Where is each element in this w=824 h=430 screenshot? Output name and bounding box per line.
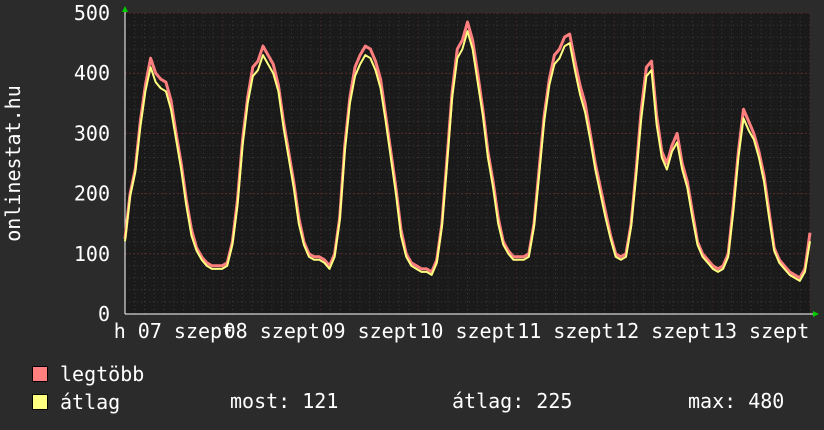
y-tick-label: 0 — [98, 302, 110, 326]
stat-max: max: 480 — [688, 389, 785, 413]
y-tick-label: 300 — [74, 121, 110, 145]
x-tick-label: 13 szept — [713, 319, 809, 343]
x-tick-label: 12 szept — [615, 319, 711, 343]
chart-container: 0 100 200 300 400 500 h 07 szept 08 szept 09 sze… — [0, 0, 824, 430]
legend-swatch-atlag — [32, 394, 48, 410]
y-tick-label: 100 — [74, 242, 110, 266]
legend-item-legtobb: legtöbb — [32, 362, 145, 386]
y-tick-label: 200 — [74, 182, 110, 206]
legend-item-atlag: átlag — [32, 390, 121, 414]
x-axis-arrow — [813, 311, 819, 317]
x-tick-label: 11 szept — [517, 319, 613, 343]
plot-area — [125, 13, 810, 314]
x-tick-label: 09 szept — [321, 319, 417, 343]
stat-most: most: 121 — [230, 389, 339, 413]
legend-label-atlag: átlag — [60, 390, 121, 414]
x-tick-label: 10 szept — [419, 319, 515, 343]
legend-label-legtobb: legtöbb — [60, 362, 145, 386]
x-tick-label: 08 szept — [224, 319, 320, 343]
stat-atlag: átlag: 225 — [452, 389, 573, 413]
y-axis-label: onlinestat.hu — [1, 85, 25, 242]
y-tick-label: 500 — [74, 1, 110, 25]
x-tick-label: h 07 szept — [114, 319, 234, 343]
legend-swatch-legtobb — [32, 366, 48, 382]
y-tick-label: 400 — [74, 61, 110, 85]
y-axis-arrow — [122, 6, 128, 12]
